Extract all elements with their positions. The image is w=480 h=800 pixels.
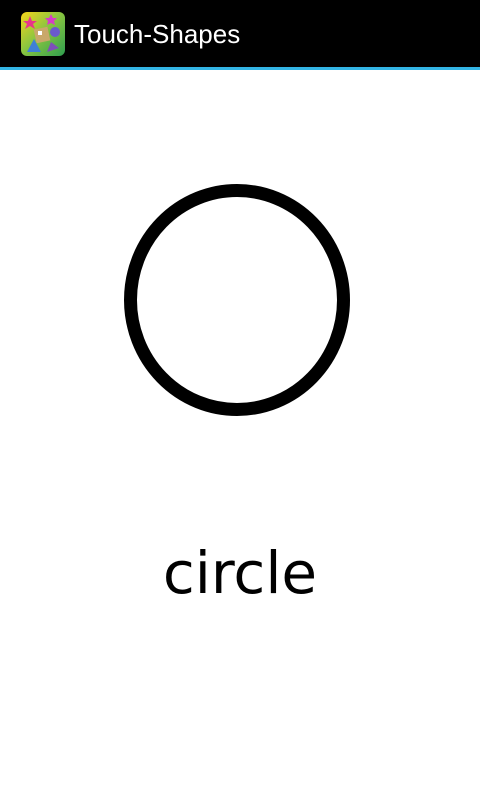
action-bar: Touch-Shapes [0,0,480,70]
circle-outline-icon[interactable] [124,184,350,416]
shape-name-label: circle [162,539,318,607]
app-title: Touch-Shapes [74,18,241,49]
shape-display-area[interactable]: circle [0,70,480,800]
app-launcher-icon[interactable] [21,11,65,56]
